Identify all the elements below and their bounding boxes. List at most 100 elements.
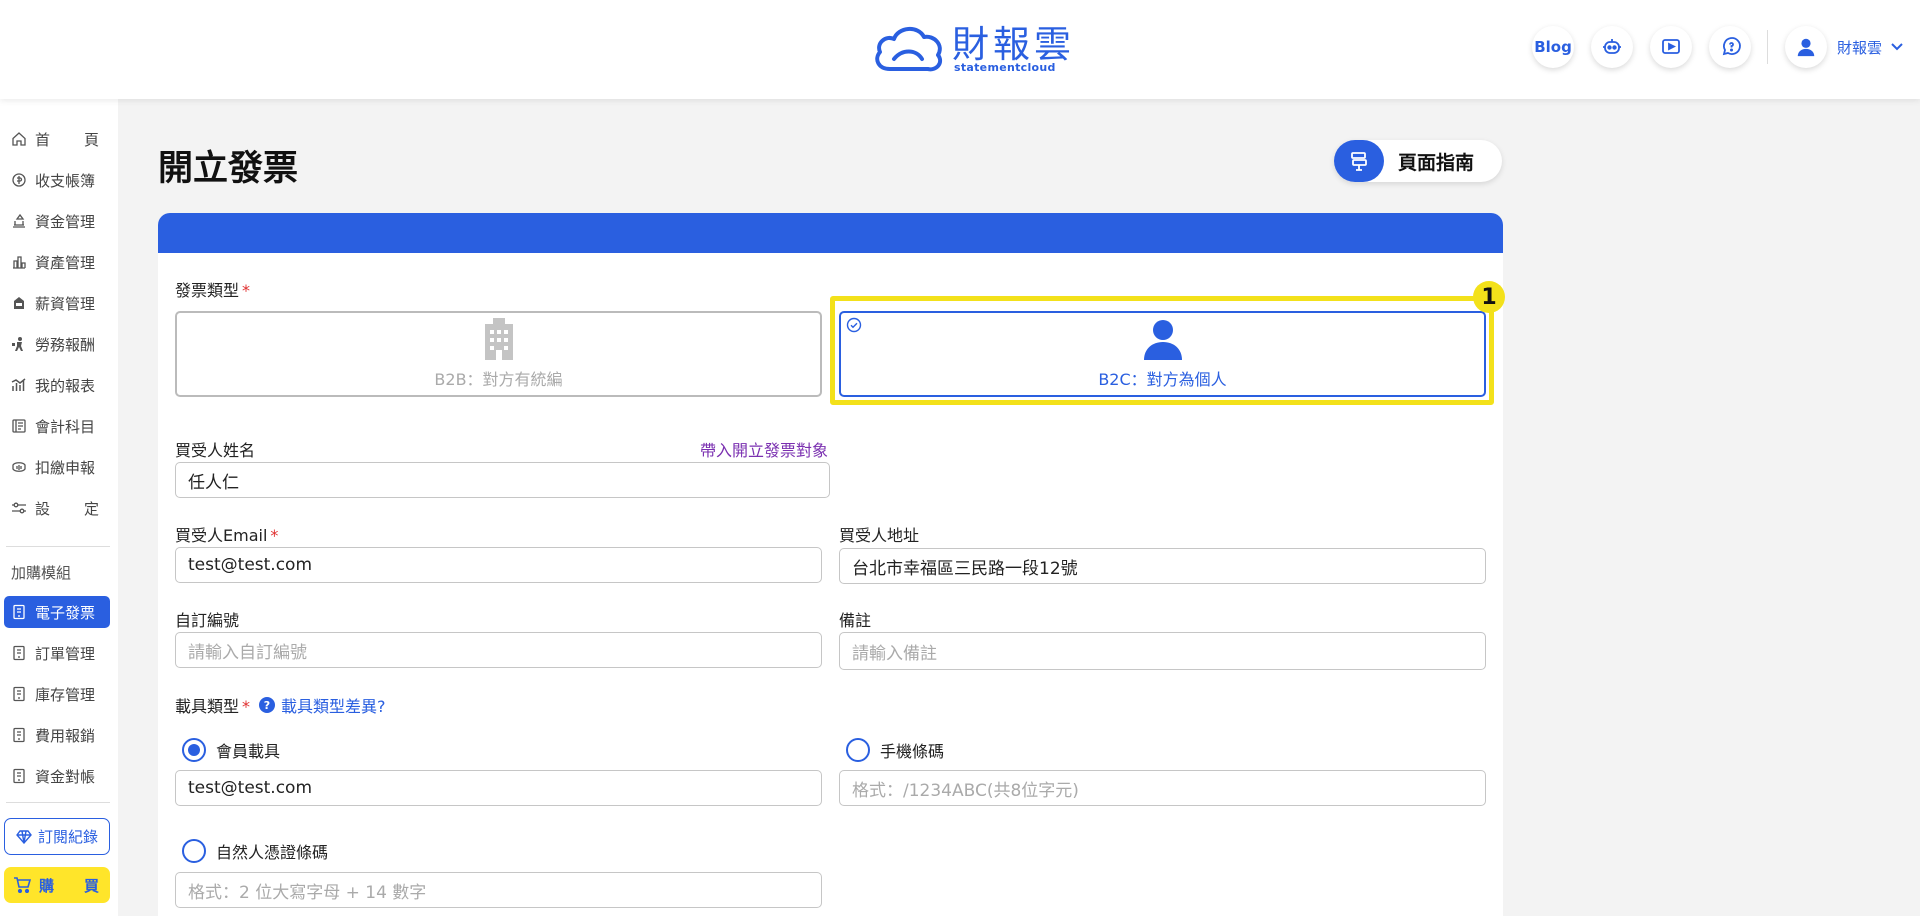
help-chat-icon[interactable] [1709,26,1751,68]
video-icon[interactable] [1650,26,1692,68]
member-carrier-input[interactable]: test@test.com [175,770,822,806]
module-icon [13,768,25,784]
settings-icon [12,502,26,514]
carrier-mobile-label: 手機條碼 [880,742,945,761]
sidebar-item-settings[interactable]: 設定 [4,492,110,524]
ledger-icon [12,419,26,433]
sidebar-group-title: 加購模組 [11,564,72,582]
page-guide-label: 頁面指南 [1398,151,1475,174]
invoice-type-b2b[interactable]: B2B：對方有統編 [175,311,822,397]
tutorial-step-badge: 1 [1473,281,1505,313]
sidebar-item-label: 首 [35,130,51,149]
sidebar-item-label: 我的報表 [35,376,96,395]
carrier-citizen-radio[interactable]: 自然人憑證條碼 [182,839,328,863]
buyer-email-input[interactable]: test@test.com [175,547,822,583]
robot-icon[interactable] [1591,26,1633,68]
top-header: 財報雲 statementcloud Blog 財報雲 [0,0,1920,99]
cart-icon [14,877,31,893]
page-title: 開立發票 [158,149,299,189]
sidebar-item-label: 庫存管理 [35,685,96,704]
sidebar-item-label: 定 [83,499,99,518]
user-name: 財報雲 [1837,38,1883,57]
buy-label: 買 [83,876,99,895]
chart-icon [11,378,26,391]
blog-button[interactable]: Blog [1532,26,1574,68]
carrier-citizen-label: 自然人憑證條碼 [216,843,329,862]
sidebar-item-expenses[interactable]: 費用報銷 [4,719,110,751]
sidebar-item-home[interactable]: 首頁 [4,123,110,155]
header-divider [1767,30,1768,64]
module-icon [13,727,25,743]
radio-unselected [846,738,870,762]
sidebar-divider [6,802,110,803]
chevron-down-icon [1891,43,1903,51]
sidebar-item-reports[interactable]: 我的報表 [4,369,110,401]
sidebar-item-ledger-book[interactable]: 收支帳簿 [4,164,110,196]
carrier-type-label: 載具類型 * [175,697,251,716]
sidebar-item-orders[interactable]: 訂單管理 [4,637,110,669]
sidebar-item-label: 資金管理 [35,212,96,231]
page-guide-button[interactable]: 頁面指南 [1334,140,1502,182]
sidebar-item-label: 訂單管理 [35,644,96,663]
import-invoice-target-link[interactable]: 帶入開立發票對象 [700,437,828,461]
sidebar-item-reconciliation[interactable]: 資金對帳 [4,760,110,792]
radio-selected [182,738,206,762]
sidebar-item-label: 勞務報酬 [35,335,96,354]
bank-icon [13,213,25,228]
sidebar-item-label: 扣繳申報 [35,458,96,477]
diamond-icon [16,829,32,844]
sidebar-item-accounts[interactable]: 會計科目 [4,410,110,442]
user-menu[interactable]: 財報雲 [1785,26,1904,68]
sidebar-item-label: 電子發票 [35,603,96,622]
signpost-icon [1334,140,1384,182]
radio-unselected [182,839,206,863]
custom-number-label: 自訂編號 [175,611,240,630]
module-icon [13,645,25,661]
module-icon [13,686,25,702]
building-icon [13,256,26,269]
sidebar-item-assets[interactable]: 資產管理 [4,246,110,278]
office-building-icon [484,318,513,360]
sidebar-divider [6,546,110,547]
citizen-barcode-input[interactable]: 格式：2 位大寫字母 + 14 數字 [175,872,822,908]
sidebar-item-label: 資金對帳 [35,767,96,786]
sidebar-item-e-invoice[interactable]: 電子發票 [4,596,110,628]
buy-button[interactable]: 購買 [4,867,110,903]
question-icon: ? [259,697,275,713]
note-label: 備註 [839,611,872,630]
carrier-member-radio[interactable]: 會員載具 [182,738,280,762]
home-icon [12,132,26,146]
sidebar-item-inventory[interactable]: 庫存管理 [4,678,110,710]
sidebar-item-label: 費用報銷 [35,726,96,745]
cloud-logo-icon [875,27,943,72]
buyer-name-label: 買受人姓名 [175,441,256,460]
invoice-type-label: 發票類型 * [175,281,251,300]
subscription-record-button[interactable]: 訂閱紀錄 [4,818,110,855]
card-header-band [158,213,1503,253]
worker-icon [12,337,23,351]
buyer-address-input[interactable]: 台北市幸福區三民路一段12號 [839,548,1486,584]
mobile-barcode-input[interactable]: 格式：/1234ABC(共8位字元) [839,770,1486,806]
sidebar-item-label: 會計科目 [35,417,96,436]
tax-icon [12,462,26,472]
buyer-name-input[interactable]: 任人仁 [175,462,830,498]
buy-label: 購 [39,876,55,895]
sidebar-item-funds[interactable]: 資金管理 [4,205,110,237]
coin-icon [12,173,26,187]
carrier-help-label: 載具類型差異? [281,697,386,716]
custom-number-input[interactable]: 請輸入自訂編號 [175,632,822,668]
carrier-mobile-radio[interactable]: 手機條碼 [846,738,944,762]
sidebar-item-label: 頁 [83,130,99,149]
sidebar-item-payroll[interactable]: 薪資管理 [4,287,110,319]
buyer-email-label: 買受人Email * [175,526,279,545]
note-textarea[interactable]: 請輸入備註 [839,632,1486,670]
app-logo[interactable]: 財報雲 statementcloud [872,20,1075,78]
carrier-help-link[interactable]: ? 載具類型差異? [259,693,386,717]
buyer-address-label: 買受人地址 [839,526,920,545]
sidebar-item-label: 薪資管理 [35,294,96,313]
logo-name: 財報雲 [952,22,1075,66]
subscription-record-label: 訂閱紀錄 [37,828,98,846]
sidebar-item-label: 資產管理 [35,253,96,272]
sidebar-item-withholding[interactable]: 扣繳申報 [4,451,110,483]
sidebar-item-labor[interactable]: 勞務報酬 [4,328,110,360]
